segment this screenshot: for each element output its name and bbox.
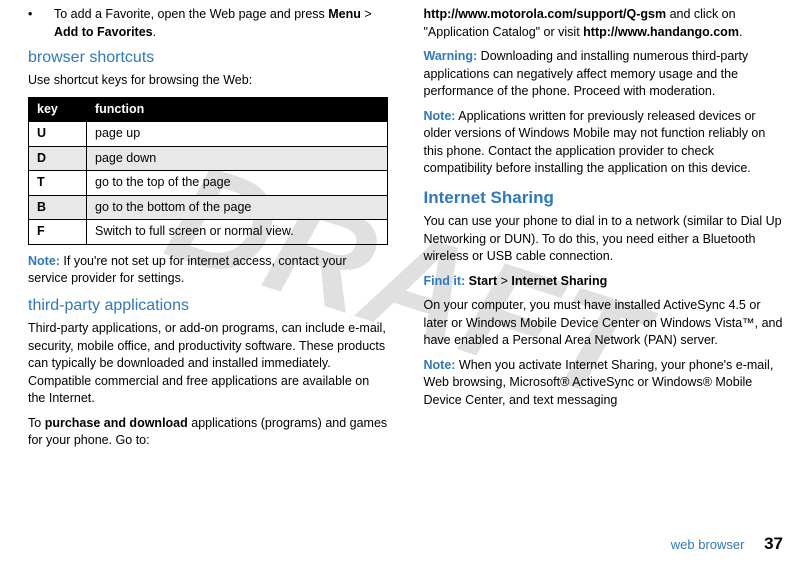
fn-f: Switch to full screen or normal view. — [87, 220, 388, 245]
favorite-text: To add a Favorite, open the Web page and… — [54, 6, 388, 41]
key-u: U — [37, 126, 46, 140]
fn-d: page down — [87, 146, 388, 171]
thirdparty-heading: third-party applications — [28, 295, 388, 317]
note3-text: When you activate Internet Sharing, your… — [424, 358, 774, 407]
favorite-bullet: • To add a Favorite, open the Web page a… — [28, 6, 388, 41]
table-row: U page up — [29, 122, 388, 147]
note2-text: Applications written for previously rele… — [424, 109, 766, 176]
table-row: B go to the bottom of the page — [29, 195, 388, 220]
url-handango: http://www.handango.com — [583, 25, 739, 39]
two-column-layout: • To add a Favorite, open the Web page a… — [28, 6, 783, 457]
url-motorola: http://www.motorola.com/support/Q-gsm — [424, 7, 667, 21]
fn-u: page up — [87, 122, 388, 147]
key-t: T — [37, 175, 45, 189]
fav-sep: > — [361, 7, 372, 21]
fn-t: go to the top of the page — [87, 171, 388, 196]
fav-pre: To add a Favorite, open the Web page and… — [54, 7, 328, 21]
right-column: http://www.motorola.com/support/Q-gsm an… — [424, 6, 784, 457]
th-key: key — [29, 97, 87, 122]
find-it-line: Find it: Start > Internet Sharing — [424, 273, 784, 291]
warning-label: Warning: — [424, 49, 478, 63]
findit-sharing: Internet Sharing — [511, 274, 607, 288]
footer-section-label: web browser — [671, 537, 745, 552]
note1-text: If you're not set up for internet access… — [28, 254, 347, 286]
note3-label: Note: — [424, 358, 456, 372]
shortcuts-intro: Use shortcut keys for browsing the Web: — [28, 72, 388, 90]
sharing-p1: You can use your phone to dial in to a n… — [424, 213, 784, 266]
table-row: T go to the top of the page — [29, 171, 388, 196]
internet-sharing-heading: Internet Sharing — [424, 186, 784, 210]
fn-b: go to the bottom of the page — [87, 195, 388, 220]
table-header-row: key function — [29, 97, 388, 122]
shortcut-table: key function U page up D page down T go … — [28, 97, 388, 245]
warning-p: Warning: Downloading and installing nume… — [424, 48, 784, 101]
thirdparty-p2: To purchase and download applications (p… — [28, 415, 388, 450]
footer-page-number: 37 — [764, 534, 783, 553]
browser-shortcuts-heading: browser shortcuts — [28, 47, 388, 69]
note-sharing: Note: When you activate Internet Sharing… — [424, 357, 784, 410]
thirdparty-p1: Third-party applications, or add-on prog… — [28, 320, 388, 408]
note-access: Note: If you're not set up for internet … — [28, 253, 388, 288]
catalog-p: http://www.motorola.com/support/Q-gsm an… — [424, 6, 784, 41]
key-f: F — [37, 224, 45, 238]
note-label: Note: — [28, 254, 60, 268]
findit-sep: > — [497, 274, 511, 288]
page-footer: web browser 37 — [671, 532, 783, 556]
note-compat: Note: Applications written for previousl… — [424, 108, 784, 178]
fav-add: Add to Favorites — [54, 25, 153, 39]
note2-label: Note: — [424, 109, 456, 123]
table-row: F Switch to full screen or normal view. — [29, 220, 388, 245]
catalog-post: . — [739, 25, 742, 39]
tp2-pre: To — [28, 416, 45, 430]
findit-label: Find it: — [424, 274, 466, 288]
sharing-p2: On your computer, you must have installe… — [424, 297, 784, 350]
bullet-dot: • — [28, 6, 40, 41]
table-row: D page down — [29, 146, 388, 171]
left-column: • To add a Favorite, open the Web page a… — [28, 6, 388, 457]
key-d: D — [37, 151, 46, 165]
findit-start: Start — [469, 274, 497, 288]
fav-menu: Menu — [328, 7, 361, 21]
fav-post: . — [153, 25, 156, 39]
key-b: B — [37, 200, 46, 214]
tp2-bold: purchase and download — [45, 416, 188, 430]
th-function: function — [87, 97, 388, 122]
